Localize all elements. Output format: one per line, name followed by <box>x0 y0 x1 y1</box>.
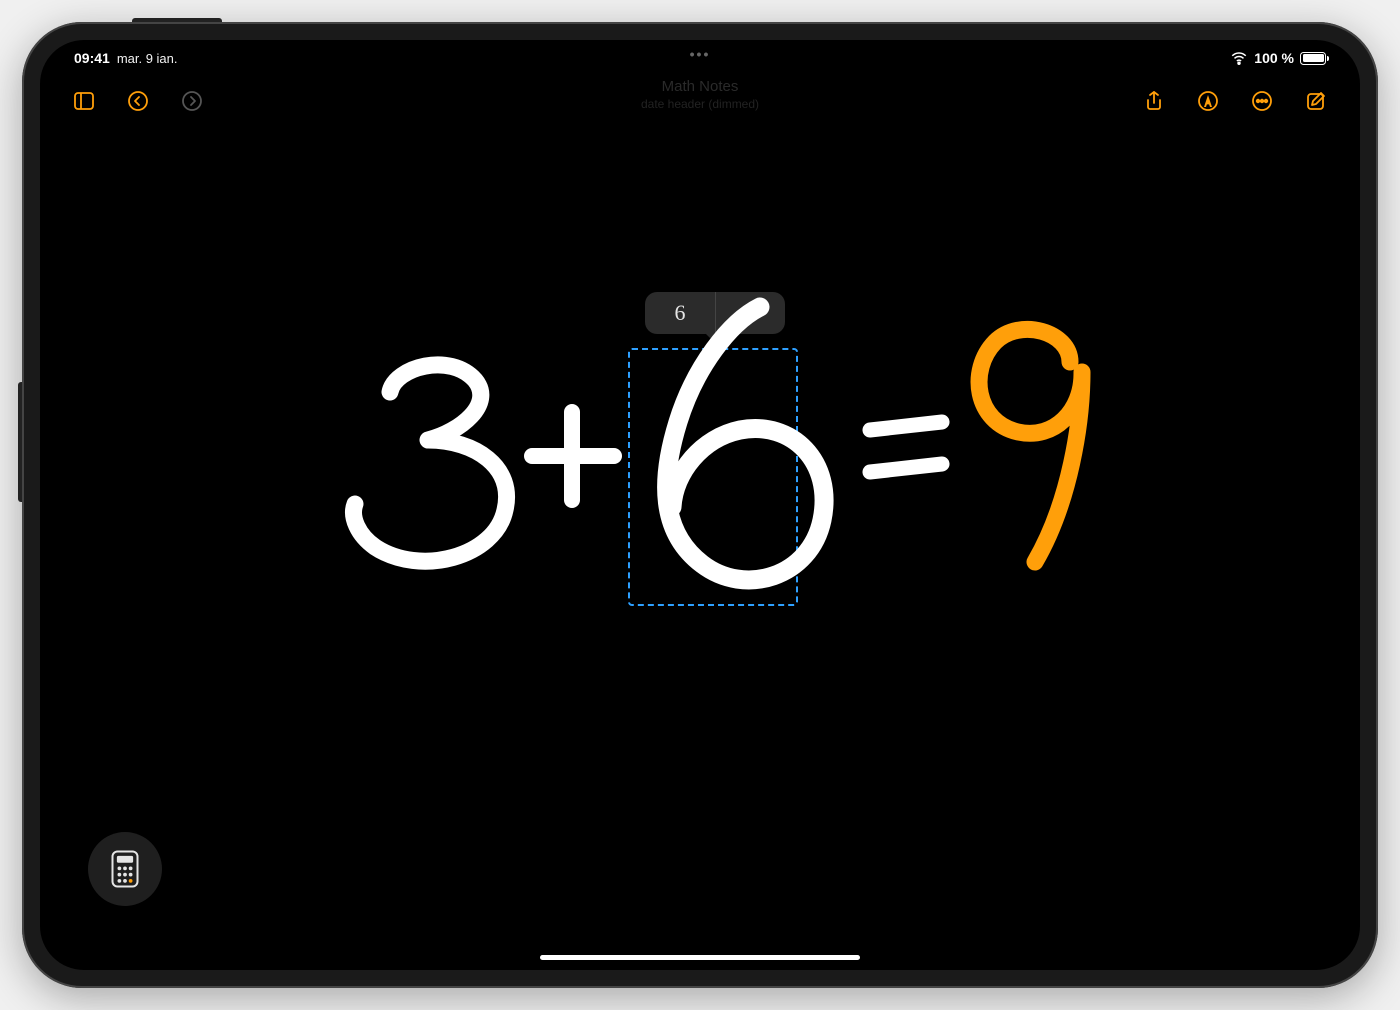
hw-equals <box>870 422 942 472</box>
home-indicator[interactable] <box>540 955 860 960</box>
hw-operand2[interactable] <box>667 307 824 580</box>
hw-operator <box>532 412 614 500</box>
calculator-icon <box>110 850 140 888</box>
calculator-fab[interactable] <box>88 832 162 906</box>
screen: 09:41 mar. 9 ian. ••• 100 % <box>40 40 1360 970</box>
handwriting-equation <box>300 272 1120 632</box>
device-frame: 09:41 mar. 9 ian. ••• 100 % <box>22 22 1378 988</box>
hw-result <box>979 329 1082 562</box>
note-canvas[interactable]: 6 0 <box>40 40 1360 970</box>
hw-operand1 <box>354 365 507 561</box>
